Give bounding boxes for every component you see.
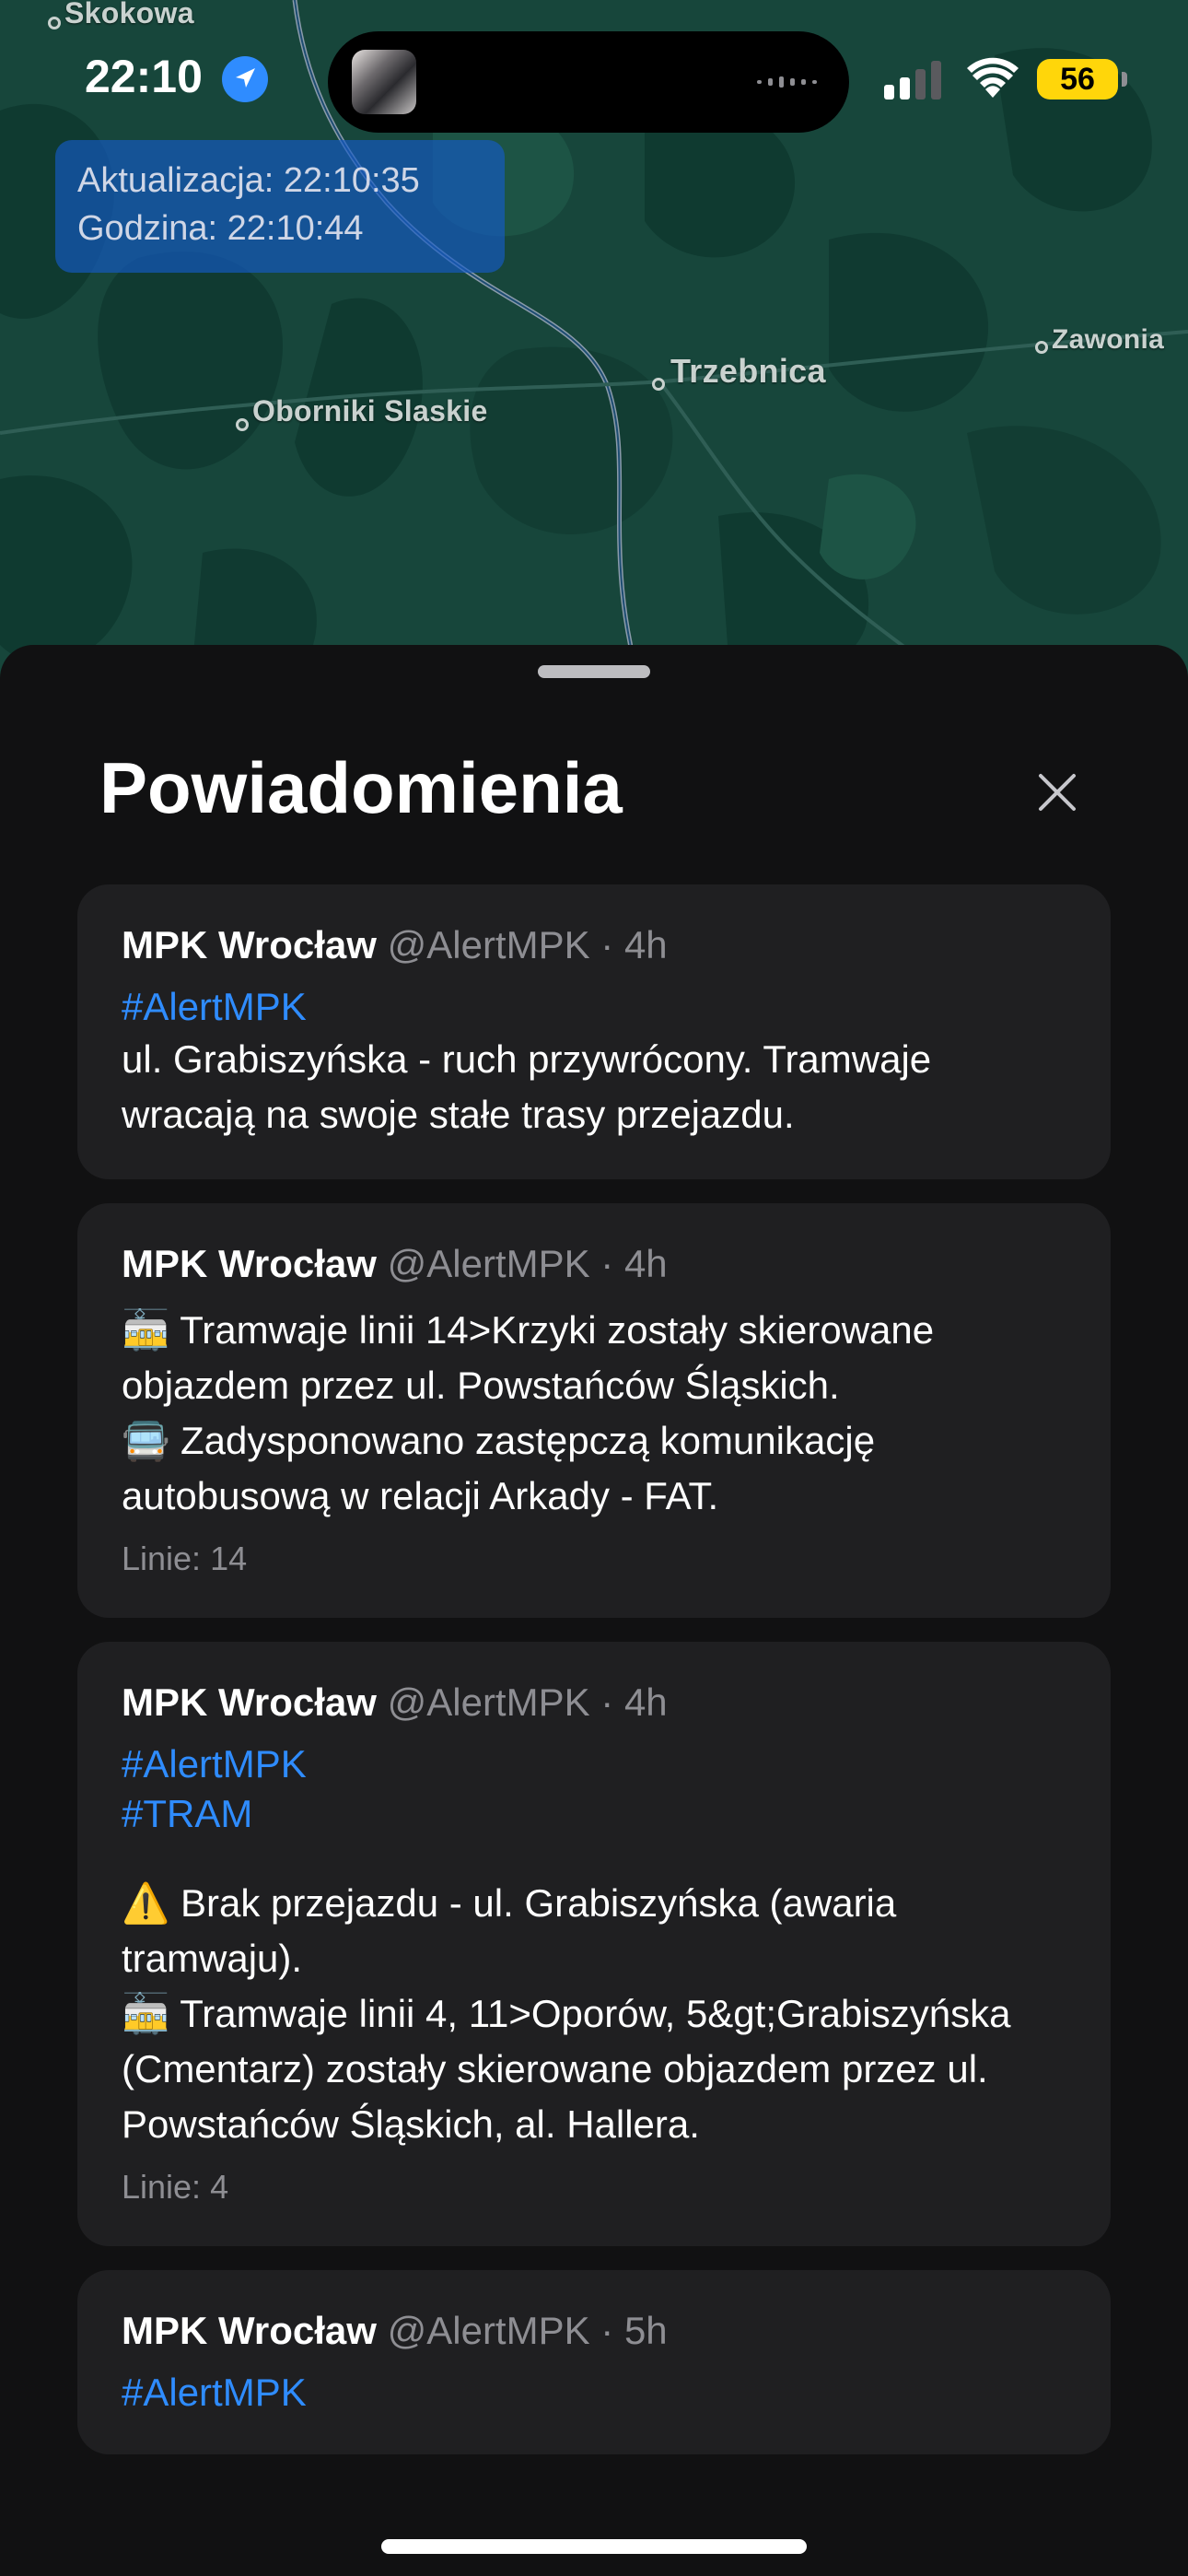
- now-playing-artwork: [352, 50, 416, 114]
- author-name: MPK Wrocław: [122, 2309, 377, 2352]
- hashtag-link[interactable]: #AlertMPK: [122, 982, 1066, 1032]
- hashtag-list: #AlertMPK #TRAM: [122, 1739, 1066, 1839]
- dynamic-island[interactable]: [328, 31, 849, 133]
- wifi-icon: [967, 57, 1019, 98]
- update-time-label: Aktualizacja: 22:10:35: [77, 161, 420, 200]
- map-place-marker: [652, 378, 665, 391]
- battery-indicator: 56: [1037, 59, 1118, 100]
- card-header: MPK Wrocław @AlertMPK · 5h: [122, 2305, 1066, 2357]
- author-name: MPK Wrocław: [122, 1242, 377, 1285]
- notification-message: ⚠️ Brak przejazdu - ul. Grabiszyńska (aw…: [122, 1881, 1011, 2146]
- map-label-trzebnica: Trzebnica: [670, 352, 826, 390]
- notification-card[interactable]: MPK Wrocław @AlertMPK · 5h #AlertMPK: [77, 2270, 1111, 2454]
- status-time: 22:10: [85, 51, 203, 102]
- author-handle-time: @AlertMPK · 5h: [387, 2309, 668, 2352]
- close-icon[interactable]: [1030, 765, 1085, 820]
- audio-wave-icon: [757, 76, 817, 88]
- map-label-oborniki: Oborniki Slaskie: [252, 394, 488, 427]
- update-info-box: Aktualizacja: 22:10:35 Godzina: 22:10:44: [55, 140, 505, 273]
- card-header: MPK Wrocław @AlertMPK · 4h: [122, 1677, 1066, 1728]
- author-handle-time: @AlertMPK · 4h: [387, 1680, 668, 1724]
- location-arrow-icon: [222, 56, 268, 102]
- notification-card[interactable]: MPK Wrocław @AlertMPK · 4h 🚋 Tramwaje li…: [77, 1203, 1111, 1618]
- bottom-safe-area: [0, 2495, 1188, 2576]
- home-indicator[interactable]: [381, 2539, 807, 2554]
- notification-card[interactable]: MPK Wrocław @AlertMPK · 4h #AlertMPK #TR…: [77, 1642, 1111, 2246]
- map-label-zawonia: Zawonia: [1052, 324, 1165, 355]
- notification-card[interactable]: MPK Wrocław @AlertMPK · 4h #AlertMPK ul.…: [77, 884, 1111, 1179]
- hashtag-list: #AlertMPK: [122, 2368, 1066, 2418]
- map-place-marker: [1035, 341, 1048, 354]
- hashtag-list: #AlertMPK: [122, 982, 1066, 1032]
- author-name: MPK Wrocław: [122, 923, 377, 966]
- card-header: MPK Wrocław @AlertMPK · 4h: [122, 1238, 1066, 1290]
- notifications-list[interactable]: MPK Wrocław @AlertMPK · 4h #AlertMPK ul.…: [77, 884, 1111, 2497]
- hashtag-link[interactable]: #AlertMPK: [122, 1739, 1066, 1789]
- card-header: MPK Wrocław @AlertMPK · 4h: [122, 919, 1066, 971]
- notifications-sheet[interactable]: Powiadomienia MPK Wrocław @AlertMPK · 4h…: [0, 645, 1188, 2576]
- affected-lines: Linie: 14: [122, 1540, 248, 1577]
- hashtag-link[interactable]: #AlertMPK: [122, 2368, 1066, 2418]
- author-name: MPK Wrocław: [122, 1680, 377, 1724]
- status-bar: 22:10 56: [0, 0, 1188, 147]
- sheet-title: Powiadomienia: [99, 747, 623, 828]
- battery-tip: [1122, 72, 1127, 87]
- notification-message: 🚋 Tramwaje linii 14>Krzyki zostały skier…: [122, 1308, 935, 1517]
- author-handle-time: @AlertMPK · 4h: [387, 1242, 668, 1285]
- current-time-label: Godzina: 22:10:44: [77, 209, 364, 248]
- notification-message: ul. Grabiszyńska - ruch przywrócony. Tra…: [122, 1037, 932, 1136]
- map-place-marker: [236, 418, 249, 431]
- author-handle-time: @AlertMPK · 4h: [387, 923, 668, 966]
- screen: Skokowa Trzebnica Zawonia Oborniki Slask…: [0, 0, 1188, 2576]
- affected-lines: Linie: 4: [122, 2168, 229, 2206]
- cellular-signal-icon: [884, 61, 941, 100]
- hashtag-link[interactable]: #TRAM: [122, 1789, 1066, 1839]
- sheet-grabber[interactable]: [538, 665, 650, 678]
